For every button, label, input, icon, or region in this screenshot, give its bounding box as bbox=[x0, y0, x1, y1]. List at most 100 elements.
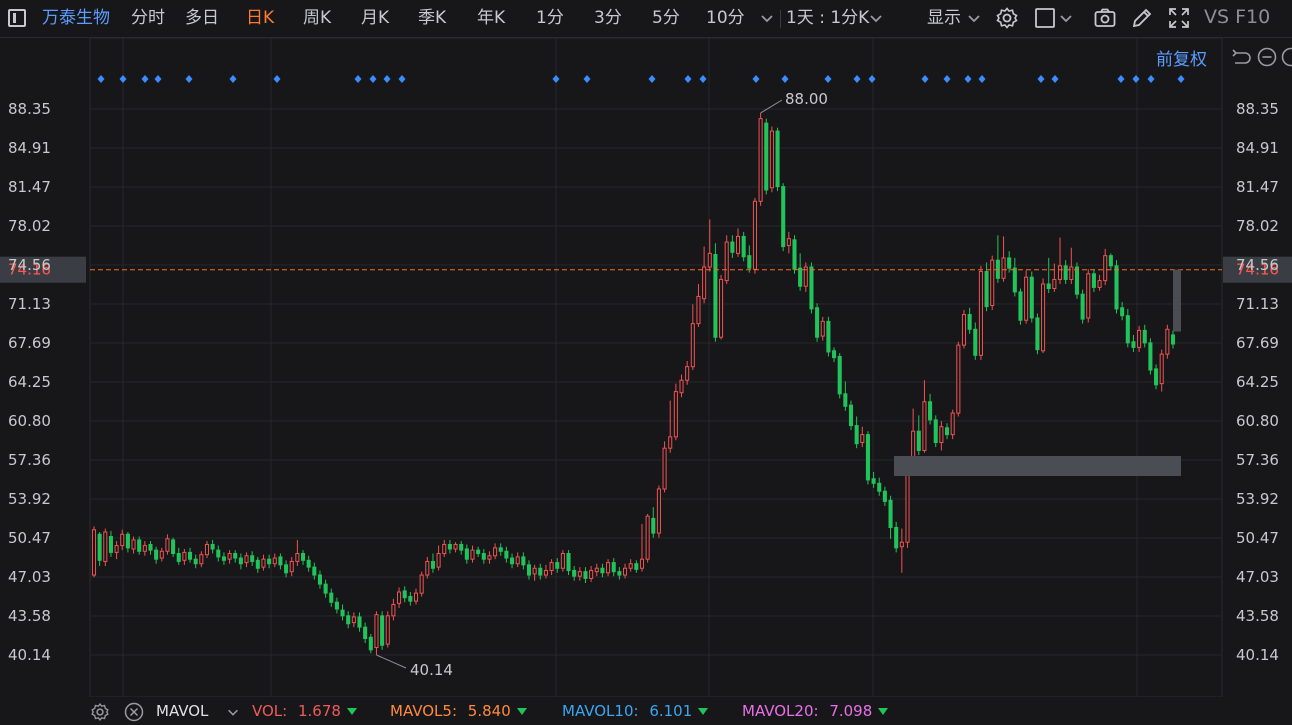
candle-body bbox=[442, 543, 447, 555]
candle-body bbox=[159, 550, 164, 559]
indicator-bar: MAVOL VOL: 1.678 MAVOL5: 5.840 MAVOL10: … bbox=[0, 697, 1292, 725]
y-tick-label-right: 60.80 bbox=[1236, 412, 1279, 430]
candle-body bbox=[391, 603, 396, 617]
candle-body bbox=[1142, 329, 1147, 344]
candle-body bbox=[498, 547, 503, 552]
candle-body bbox=[871, 478, 876, 484]
close-icon[interactable] bbox=[124, 702, 144, 722]
event-marker bbox=[1117, 75, 1125, 83]
candle-body bbox=[402, 590, 407, 599]
candle-body bbox=[645, 515, 650, 560]
overlays: 74.16 74.1688.0040.14 bbox=[0, 90, 1292, 679]
candle-body bbox=[284, 564, 289, 574]
candle-body bbox=[176, 553, 181, 562]
candle-body bbox=[826, 320, 831, 353]
candle-body bbox=[154, 549, 159, 560]
candle-body bbox=[843, 393, 848, 407]
candle-body bbox=[368, 636, 373, 651]
candle-body bbox=[730, 241, 735, 253]
candle-body bbox=[351, 616, 356, 624]
y-tick-label-left: 64.25 bbox=[8, 373, 51, 391]
candle-body bbox=[549, 562, 554, 572]
gap-zone bbox=[894, 456, 1181, 476]
candle-body bbox=[1108, 255, 1113, 267]
candle-body bbox=[487, 555, 492, 560]
high-leader-line bbox=[760, 99, 783, 114]
candle-body bbox=[374, 614, 379, 649]
candle-body bbox=[334, 601, 339, 610]
candle-body bbox=[622, 567, 628, 576]
gear-icon[interactable] bbox=[90, 702, 110, 722]
y-tick-label-left: 84.91 bbox=[8, 139, 51, 157]
candle-body bbox=[690, 323, 695, 368]
mavol10-readout: MAVOL10: 6.101 bbox=[562, 702, 709, 720]
event-marker bbox=[185, 75, 193, 83]
candle-body bbox=[515, 556, 520, 565]
candle-body bbox=[628, 563, 633, 569]
event-marker bbox=[398, 75, 406, 83]
candle-body bbox=[1041, 283, 1046, 352]
candle-body bbox=[809, 266, 814, 310]
candle-body bbox=[526, 564, 532, 576]
candle-body bbox=[204, 543, 210, 556]
candle-body bbox=[238, 557, 243, 565]
vol-value: 1.678 bbox=[298, 702, 341, 720]
mavol10-value: 6.101 bbox=[649, 702, 693, 720]
candle-body bbox=[447, 543, 452, 550]
candle-body bbox=[634, 563, 639, 570]
candle-body bbox=[419, 574, 424, 594]
event-marker bbox=[552, 75, 560, 83]
candle-body bbox=[148, 543, 153, 551]
mavol10-label: MAVOL10: bbox=[562, 702, 639, 720]
candle-body bbox=[193, 558, 198, 565]
candlestick-chart[interactable]: 74.16 74.1688.0040.14 88.35 88.3584.91 84.9… bbox=[0, 0, 1292, 697]
candle-body bbox=[961, 314, 967, 346]
candle-body bbox=[397, 591, 402, 604]
candle-body bbox=[1052, 278, 1057, 290]
candle-body bbox=[758, 118, 763, 202]
candle-body bbox=[1170, 334, 1176, 345]
candle-body bbox=[651, 517, 656, 534]
candle-body bbox=[470, 549, 475, 560]
candle-body bbox=[267, 558, 272, 565]
candle-body bbox=[244, 555, 249, 564]
candle-body bbox=[385, 615, 390, 645]
candle-body bbox=[188, 551, 193, 560]
event-marker bbox=[648, 75, 656, 83]
candle-body bbox=[436, 553, 441, 568]
y-tick-label-right: 67.69 bbox=[1236, 334, 1279, 352]
mavol20-value: 7.098 bbox=[829, 702, 873, 720]
event-marker bbox=[273, 75, 281, 83]
y-tick-label-left: 74.56 bbox=[8, 256, 51, 274]
event-marker bbox=[1037, 75, 1045, 83]
y-tick-label-left: 88.35 bbox=[8, 100, 51, 118]
candle-body bbox=[1125, 315, 1130, 344]
candle-body bbox=[227, 553, 232, 560]
y-tick-label-left: 40.14 bbox=[8, 646, 51, 664]
y-tick-label-right: 78.02 bbox=[1236, 217, 1279, 235]
down-arrow-icon bbox=[878, 708, 889, 715]
candle-body bbox=[922, 401, 927, 451]
latest-price-bar bbox=[1173, 269, 1181, 332]
indicator-name[interactable]: MAVOL bbox=[156, 702, 208, 720]
candle-body bbox=[1074, 266, 1079, 295]
candle-body bbox=[1159, 353, 1164, 385]
chevron-down-icon[interactable] bbox=[226, 705, 240, 719]
y-tick-label-left: 71.13 bbox=[8, 295, 51, 313]
candle-body bbox=[1120, 307, 1125, 317]
y-tick-label-right: 57.36 bbox=[1236, 451, 1279, 469]
event-marker bbox=[369, 75, 377, 83]
candle-body bbox=[182, 551, 187, 561]
candle-body bbox=[566, 553, 571, 572]
candle-body bbox=[216, 549, 221, 558]
candle-body bbox=[577, 571, 582, 577]
event-marker bbox=[978, 75, 986, 83]
candle-body bbox=[329, 592, 334, 603]
chart-grid bbox=[89, 37, 1223, 697]
candle-body bbox=[967, 314, 972, 330]
candle-body bbox=[860, 434, 865, 444]
candle-body bbox=[600, 567, 605, 574]
candle-body bbox=[572, 570, 577, 577]
candle-body bbox=[1007, 257, 1012, 269]
event-marker bbox=[97, 75, 105, 83]
